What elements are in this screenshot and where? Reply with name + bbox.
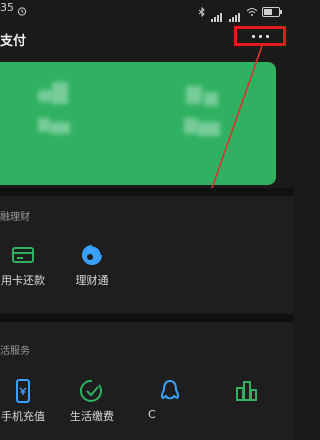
tile-label: C (148, 408, 156, 421)
licaitong-icon (79, 242, 105, 268)
status-time: 35 (0, 1, 14, 14)
life-services-section: 活服务 手机充值 生活缴费 C (0, 322, 294, 440)
battery-level (264, 8, 272, 15)
finance-section: 融理财 用卡还款 理财通 (0, 196, 294, 314)
mobile-topup-tile[interactable]: 手机充值 (0, 374, 46, 432)
section-title: 活服务 (0, 346, 30, 357)
blurred-content (38, 90, 52, 102)
card-repayment-tile[interactable]: 用卡还款 (0, 238, 46, 296)
status-bar: 35 (0, 0, 294, 22)
card-icon (10, 242, 36, 268)
section-divider-2 (0, 314, 294, 322)
tile-label: 生活缴费 (70, 410, 114, 423)
check-circle-icon (79, 378, 105, 404)
tile-label: 手机充值 (1, 410, 45, 423)
licaitong-tile[interactable]: 理财通 (62, 238, 122, 296)
utilities-tile[interactable]: 生活缴费 (62, 374, 122, 432)
more-button[interactable] (234, 26, 286, 46)
section-title: 融理财 (0, 212, 30, 223)
page-title: 支付 (0, 34, 27, 49)
top-bar: 支付 (0, 16, 294, 60)
wallet-card[interactable] (0, 62, 276, 185)
qq-topup-tile[interactable]: C (140, 374, 200, 432)
signal-icon-2 (228, 7, 242, 22)
penguin-icon (157, 378, 183, 404)
phone-icon (10, 378, 36, 404)
section-divider (0, 188, 294, 196)
more-horizontal-icon (251, 34, 255, 38)
signal-icon (210, 7, 224, 22)
city-icon (233, 378, 259, 404)
tile-label: 用卡还款 (1, 274, 45, 287)
tile-label: 理财通 (75, 274, 109, 287)
city-services-tile[interactable] (216, 374, 276, 432)
battery-icon (262, 6, 282, 17)
